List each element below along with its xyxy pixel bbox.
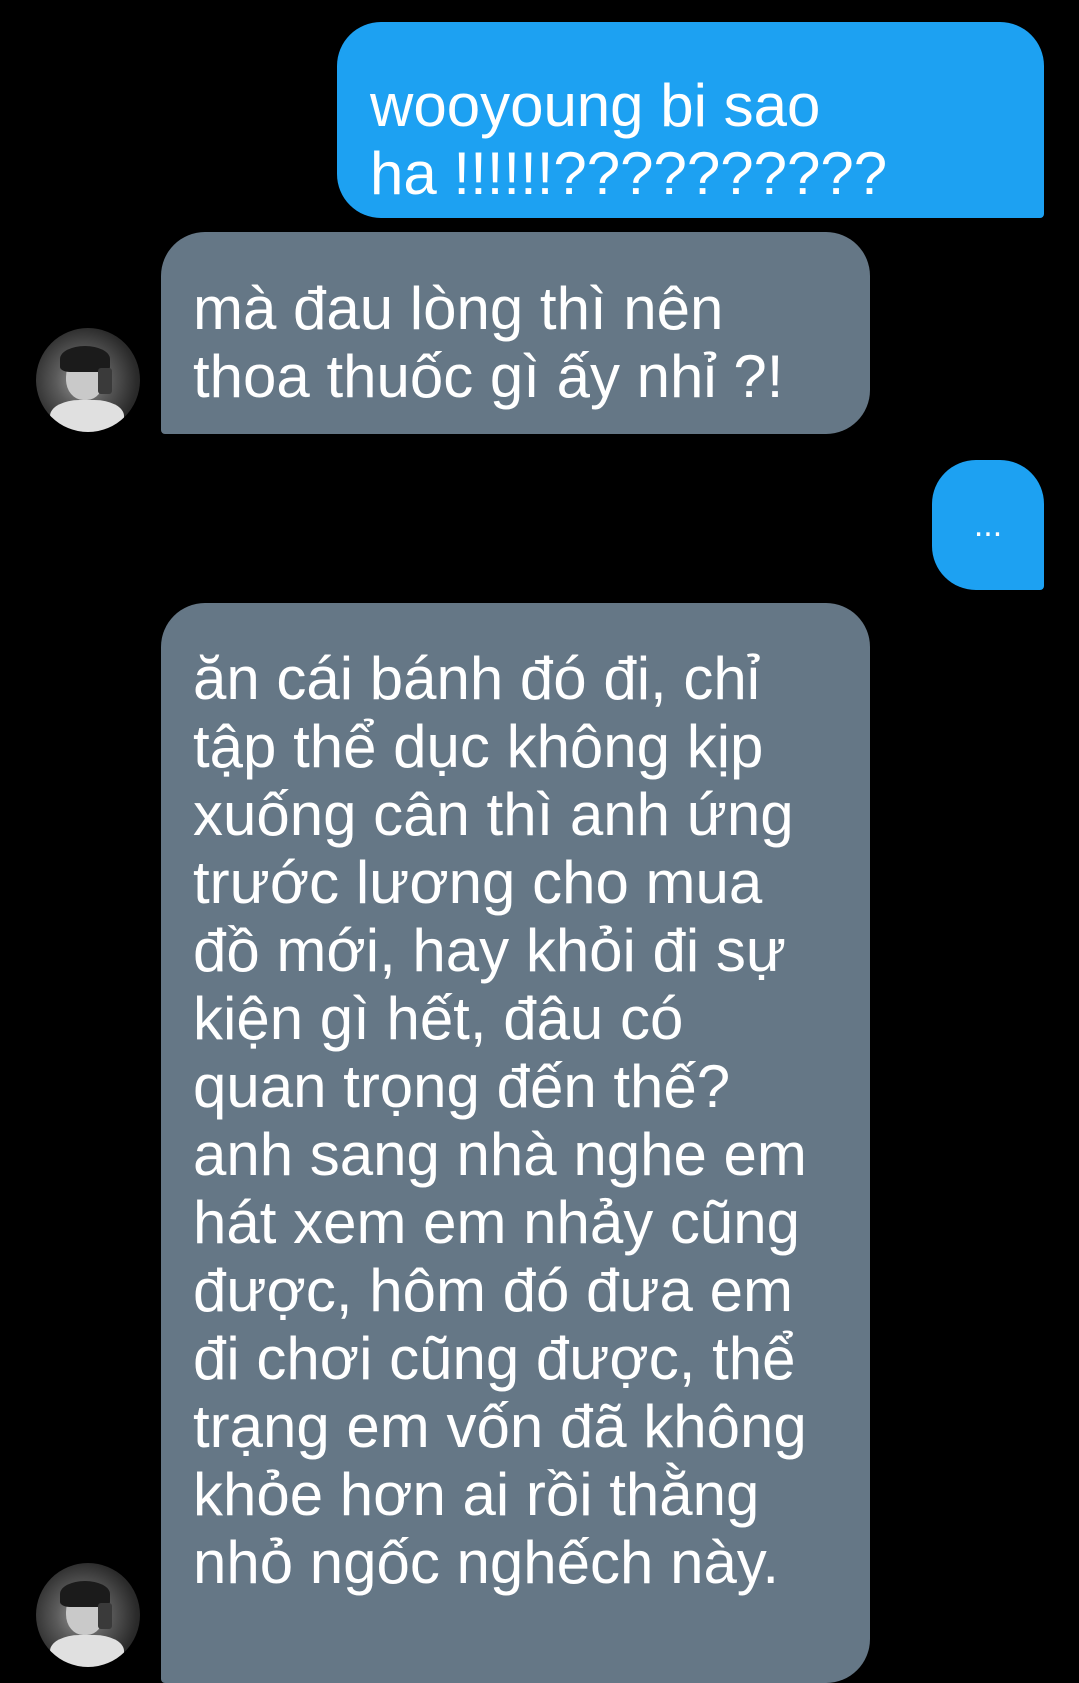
message-bubble-sent[interactable]: ... xyxy=(932,460,1044,590)
message-bubble-received[interactable]: ăn cái bánh đó đi, chỉ tập thể dục không… xyxy=(161,603,870,1683)
avatar-phone xyxy=(98,1603,112,1629)
contact-avatar[interactable] xyxy=(36,328,140,432)
avatar-shirt xyxy=(50,400,124,432)
message-bubble-received[interactable]: mà đau lòng thì nên thoa thuốc gì ấy nhỉ… xyxy=(161,232,870,434)
avatar-phone xyxy=(98,368,112,394)
contact-avatar[interactable] xyxy=(36,1563,140,1667)
avatar-shirt xyxy=(50,1635,124,1667)
message-bubble-sent[interactable]: wooyoung bi sao ha !!!!!!?????????? xyxy=(337,22,1044,218)
